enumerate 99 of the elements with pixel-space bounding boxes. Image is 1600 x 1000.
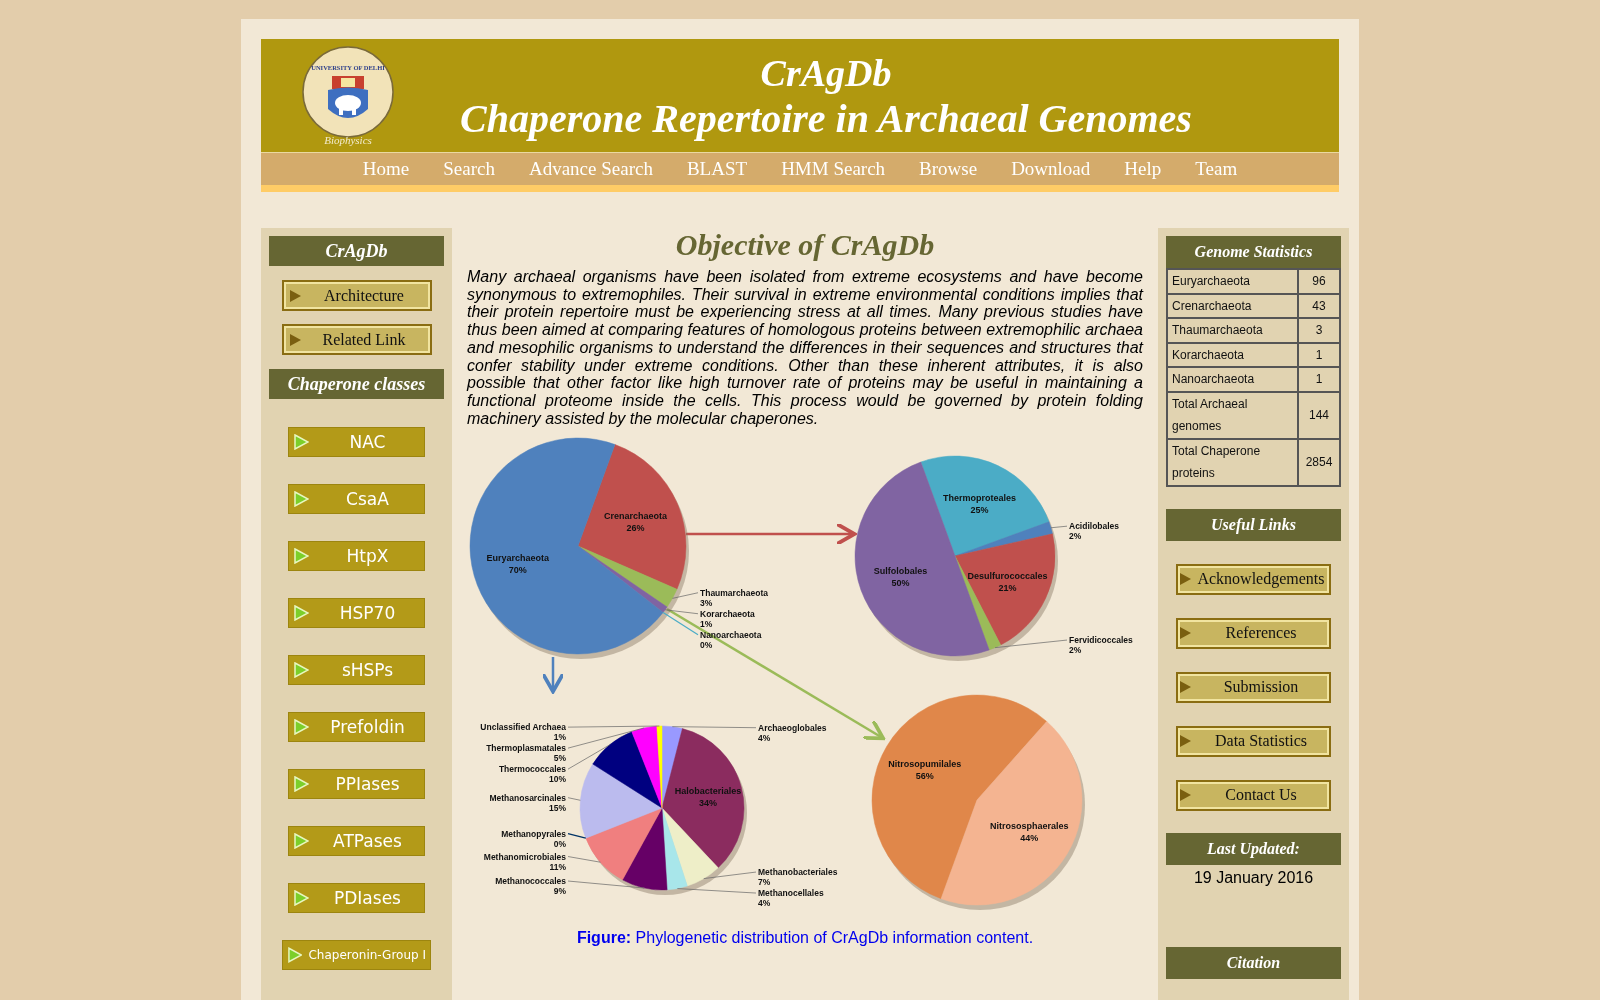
logo-caption: Biophysics (324, 133, 372, 146)
triangle-icon (1180, 573, 1191, 585)
table-cell: 2854 (1298, 438, 1340, 486)
chaperone-class-button[interactable]: NAC (288, 427, 425, 457)
table-cell: Total Chaperone proteins (1167, 438, 1298, 486)
play-icon (293, 833, 309, 849)
figure-caption: Figure: Phylogenetic distribution of CrAgDb information content. (576, 929, 1034, 948)
triangle-icon (1180, 627, 1191, 639)
slice-label: Methanopyrales 0% (501, 829, 566, 849)
slice-label: Unclassified Archaea 1% (480, 722, 566, 743)
slice-label: Thermococcales 10% (498, 764, 566, 785)
slice-label: Sulfolobales 50% (873, 566, 928, 589)
chaperone-class-button[interactable]: CsaA (288, 484, 425, 514)
triangle-icon (289, 289, 301, 302)
slice-label: Halobacteriales 34% (674, 786, 742, 809)
nav-link[interactable]: HMM Search (764, 153, 903, 185)
leader-line (567, 797, 581, 801)
table-cell: Total Archaeal genomes (1167, 391, 1298, 439)
slice-label: Fervidicoccales 2% (1069, 635, 1133, 656)
slice-label: Crenarchaeota 26% (604, 511, 668, 534)
play-icon (287, 947, 303, 963)
useful-link-button[interactable]: Submission (1176, 671, 1331, 703)
slice-label: Korarchaeota 1% (700, 609, 755, 630)
nav-link[interactable]: Advance Search (511, 153, 670, 185)
nav-link[interactable]: Help (1107, 153, 1179, 185)
leader-line (1050, 526, 1068, 529)
slice-label: Thaumarchaeota 3% (700, 588, 769, 609)
last-updated-date: 19 January 2016 (1193, 868, 1314, 887)
table-cell: Euryarchaeota (1167, 269, 1298, 294)
arrow (541, 657, 565, 694)
slice-label: Methanosarcinales 15% (489, 793, 566, 813)
table-cell: Nanoarchaeota (1167, 367, 1298, 392)
table-cell: 3 (1298, 318, 1340, 343)
nav-link[interactable]: Search (426, 153, 512, 185)
slice-label: Nitrosopumilales 56% (888, 759, 962, 782)
table-cell: Thaumarchaeota (1167, 318, 1298, 343)
leader-line (703, 872, 757, 880)
play-icon (293, 491, 309, 507)
triangle-icon (1180, 789, 1191, 801)
play-icon (293, 548, 309, 564)
table-cell: 1 (1298, 342, 1340, 367)
table-cell: 144 (1298, 391, 1340, 439)
slice-label: Thermoproteales 25% (943, 493, 1017, 516)
chaperone-class-button[interactable]: Chaperonin-Group I (282, 940, 431, 970)
slice-label: Methanomicrobiales 11% (483, 851, 566, 872)
slice-label: Thermoplasmatales 5% (486, 743, 566, 764)
nav-link[interactable]: Download (994, 153, 1108, 185)
chaperone-class-button[interactable]: PPIases (288, 769, 425, 799)
sidebar-heading: Useful Links (1166, 508, 1341, 541)
slice-label: Methanobacteriales 7% (758, 867, 838, 888)
play-icon (293, 776, 309, 792)
triangle-icon (1180, 735, 1191, 747)
emblem-drawing (328, 75, 368, 118)
play-icon (293, 890, 309, 906)
useful-link-button[interactable]: Contact Us (1176, 779, 1331, 811)
sidebar-heading: Citation (1166, 946, 1341, 979)
useful-link-button[interactable]: References (1176, 617, 1331, 649)
table-cell: 43 (1298, 293, 1340, 318)
chaperone-class-button[interactable]: sHSPs (288, 655, 425, 685)
site-title: CrAgDb (760, 50, 892, 96)
play-icon (293, 434, 309, 450)
play-icon (293, 719, 309, 735)
table-cell: Korarchaeota (1167, 342, 1298, 367)
table-cell: Crenarchaeota (1167, 293, 1298, 318)
useful-link-button[interactable]: Acknowledgements (1176, 563, 1331, 595)
chaperone-class-button[interactable]: ATPases (288, 826, 425, 856)
sidebar-heading: Last Updated: (1166, 832, 1341, 865)
table-cell: 1 (1298, 367, 1340, 392)
slice-label: Archaeoglobales 4% (758, 723, 827, 744)
table-cell: 96 (1298, 269, 1340, 294)
nav-link[interactable]: Browse (902, 153, 995, 185)
chaperone-class-button[interactable]: HtpX (288, 541, 425, 571)
sidebar-heading: Chaperone classes (269, 369, 444, 399)
slice-label: Euryarchaeota 70% (486, 553, 550, 576)
slice-label: Methanococcales 9% (495, 876, 566, 897)
slice-label: Methanocellales 4% (758, 888, 824, 909)
sidebar-link-button[interactable]: Related Link (281, 324, 432, 355)
nav-link[interactable]: BLAST (669, 153, 765, 185)
nav-link[interactable]: Team (1178, 153, 1255, 185)
objective-paragraph: Many archaeal organisms have been isolated from extreme ecosystems and have become synonymous to extremophiles. Their survival in extreme environmental conditions implies that their protein repertoire must be experiencing stress at all times. Many previous studies have thus been aimed at comparing features of homologous proteins between extremophilic archaea and mesophilic organisms to understand the differences in their sequences and structures that confer stability under extreme conditions. Other than these inherent attributes, it is also possible that other factor like high turnover rate of proteins may be useful in maintaining a functional proteome inside the cells. This process would be governed by protein folding machinery assisted by the molecular chaperones. (467, 268, 1143, 428)
sidebar-link-button[interactable]: Architecture (281, 280, 432, 311)
chaperone-class-button[interactable]: HSP70 (288, 598, 425, 628)
slice-label: Desulfurococcales 21% (967, 570, 1048, 593)
nav-link[interactable]: Home (345, 153, 427, 185)
triangle-icon (289, 333, 301, 346)
sidebar-heading: Genome Statistics (1166, 236, 1341, 268)
slice-label: Acidilobales 2% (1069, 521, 1120, 542)
triangle-icon (1180, 681, 1191, 693)
play-icon (293, 605, 309, 621)
leader-line (567, 856, 601, 863)
sidebar-heading: CrAgDb (269, 236, 444, 266)
section-title: Objective of CrAgDb (675, 228, 935, 262)
site-subtitle: Chaperone Repertoire in Archaeal Genomes (460, 95, 1192, 142)
chaperone-class-button[interactable]: PDIases (288, 883, 425, 913)
leader-line (672, 592, 699, 600)
play-icon (293, 662, 309, 678)
useful-link-button[interactable]: Data Statistics (1176, 725, 1331, 757)
slice-label: Nitrososphaerales 44% (990, 821, 1069, 844)
chaperone-class-button[interactable]: Prefoldin (288, 712, 425, 742)
